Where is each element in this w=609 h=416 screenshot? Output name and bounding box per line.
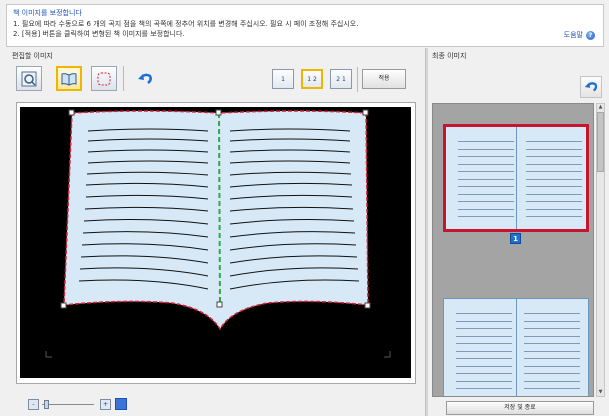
- thumbnail-text-line: [524, 358, 580, 359]
- thumbnail-text-line: [456, 365, 512, 367]
- result-thumbnail-page-1[interactable]: [443, 124, 589, 232]
- instruction-title: 책 이미지를 보정합니다: [13, 9, 82, 17]
- control-point-top-center[interactable]: [215, 109, 222, 116]
- canvas-corner-mark: [384, 351, 391, 358]
- thumbnail-text-line: [456, 380, 512, 382]
- result-image-label: 최종 이미지: [432, 52, 467, 60]
- page-mode-left-right[interactable]: 1 2: [301, 69, 323, 89]
- thumbnail-text-line: [524, 343, 580, 344]
- thumbnail-text-line: [458, 156, 514, 157]
- zoom-slider-thumb[interactable]: [44, 400, 49, 409]
- instruction-step-1: 1. 필요에 따라 수동으로 6 개의 곡지 점을 책의 곡쪽에 정추어 위치를…: [13, 20, 359, 28]
- help-link[interactable]: 도움말 ?: [564, 30, 595, 40]
- free-curve-button[interactable]: [91, 66, 117, 91]
- help-circle-icon: ?: [586, 30, 595, 40]
- page-mode-label: 1 2: [307, 75, 317, 83]
- page-mode-label: 1: [281, 75, 285, 83]
- scroll-up-arrow[interactable]: ▲: [597, 104, 604, 111]
- zoom-out-button[interactable]: -: [28, 399, 39, 410]
- thumbnail-text-line: [458, 186, 514, 187]
- thumbnail-text-line: [526, 156, 582, 157]
- thumbnail-text-line: [458, 178, 514, 180]
- zoom-slider-track[interactable]: [42, 404, 94, 405]
- thumbnail-text-line: [458, 148, 514, 150]
- edit-image-label: 편집할 이미지: [12, 52, 53, 60]
- book-curve-button[interactable]: [56, 66, 82, 91]
- thumbnail-spine: [516, 299, 517, 396]
- thumbnail-text-line: [526, 208, 582, 210]
- thumbnail-text-line: [458, 171, 514, 172]
- thumbnail-text-line: [524, 335, 580, 337]
- magnifier-page-icon: [21, 71, 37, 86]
- thumbnail-text-line: [524, 373, 580, 374]
- thumbnail-text-line: [524, 328, 580, 329]
- canvas-corner-mark: [45, 351, 52, 358]
- rotate-button[interactable]: [580, 76, 602, 98]
- thumbnail-text-line: [458, 193, 514, 195]
- toolbar-divider: [123, 66, 124, 91]
- control-point-bottom-right[interactable]: [364, 302, 371, 309]
- zoom-in-button[interactable]: +: [100, 399, 111, 410]
- thumbnail-text-line: [456, 350, 512, 352]
- result-thumbnail-page-2[interactable]: [443, 298, 589, 396]
- instruction-step-2: 2. [적용] 버튼을 클릭하여 변형된 책 이미지를 보정합니다.: [13, 30, 185, 38]
- thumbnail-text-line: [456, 328, 512, 329]
- thumbnail-text-line: [456, 320, 512, 322]
- book-curve-icon: [61, 72, 77, 86]
- scrollbar-thumb[interactable]: [597, 112, 604, 172]
- apply-button[interactable]: 적용: [362, 69, 406, 89]
- dotted-outline-icon: [97, 72, 111, 85]
- thumbnail-text-line: [456, 358, 512, 359]
- zoom-page-button[interactable]: [16, 66, 42, 91]
- save-and-close-button[interactable]: 저장 및 종료: [446, 401, 594, 415]
- thumbnail-text-line: [524, 313, 580, 314]
- thumbnail-text-line: [458, 163, 514, 165]
- thumbnail-text-line: [526, 163, 582, 165]
- book-image: [45, 109, 391, 358]
- thumbnail-text-line: [524, 388, 580, 389]
- thumbnail-text-line: [526, 201, 582, 202]
- panel-divider[interactable]: [425, 48, 428, 416]
- edit-canvas[interactable]: [20, 107, 411, 378]
- thumbnail-text-line: [456, 313, 512, 314]
- rotate-arrow-icon: [584, 82, 598, 92]
- thumbnail-text-line: [456, 335, 512, 337]
- thumbnail-text-line: [456, 373, 512, 374]
- instruction-panel: 책 이미지를 보정합니다 1. 필요에 따라 수동으로 6 개의 곡지 점을 책…: [6, 4, 604, 47]
- thumbnail-text-line: [458, 201, 514, 202]
- thumbnail-text-line: [524, 365, 580, 367]
- thumbnail-text-line: [526, 148, 582, 150]
- help-label: 도움말: [563, 31, 583, 39]
- page-mode-label: 2 1: [336, 75, 346, 83]
- thumbnail-text-line: [456, 343, 512, 344]
- thumbnail-text-line: [524, 350, 580, 352]
- thumbnail-spine: [516, 127, 517, 229]
- thumbnail-text-line: [458, 216, 514, 217]
- thumbnail-text-line: [456, 388, 512, 389]
- fit-to-window-button[interactable]: [115, 398, 127, 410]
- toolbar-divider: [357, 67, 358, 92]
- page-number-badge: 1: [510, 233, 521, 244]
- thumbnail-text-line: [526, 171, 582, 172]
- result-thumbnail-list[interactable]: [432, 103, 594, 397]
- scroll-down-arrow[interactable]: ▼: [597, 389, 604, 396]
- page-mode-right-left[interactable]: 2 1: [330, 69, 352, 89]
- thumbnail-text-line: [526, 193, 582, 195]
- thumbnail-text-line: [458, 141, 514, 142]
- thumbnail-text-line: [524, 320, 580, 322]
- undo-arrow-icon: [138, 73, 152, 84]
- control-point-bottom-center[interactable]: [216, 301, 223, 308]
- page-mode-single[interactable]: 1: [272, 69, 294, 89]
- thumbnail-text-line: [526, 186, 582, 187]
- thumbnail-text-line: [526, 178, 582, 180]
- control-point-top-left[interactable]: [68, 109, 75, 116]
- thumbnail-text-line: [458, 208, 514, 210]
- control-point-bottom-left[interactable]: [60, 302, 67, 309]
- thumbnail-text-line: [524, 380, 580, 382]
- undo-button[interactable]: [132, 66, 158, 91]
- thumbnail-text-line: [526, 141, 582, 142]
- thumbnail-text-line: [526, 216, 582, 217]
- control-point-top-right[interactable]: [362, 109, 369, 116]
